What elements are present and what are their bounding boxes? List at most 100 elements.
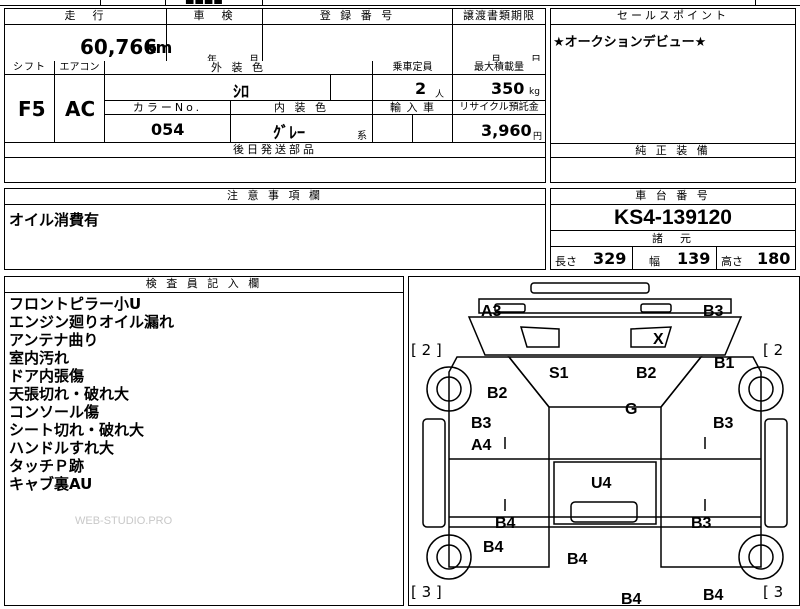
bracket-2-left: [ 2 ]: [411, 341, 442, 359]
damage-label-g: G: [625, 401, 638, 418]
divider: [100, 0, 101, 6]
later-parts-header: 後日発送部品: [5, 143, 545, 158]
inspector-line: コンソール傷: [9, 403, 100, 421]
vehicle-info-table: 走 行 車 検 登 録 番 号 譲渡書類期限 60,766 km 年 月 月 日…: [4, 8, 546, 183]
divider: [755, 0, 756, 6]
max-load-cell: 350 kg: [453, 75, 545, 101]
headlight-right-shape: [640, 303, 672, 313]
damage-label-b4-bottom: B4: [621, 591, 642, 608]
divider: [262, 0, 263, 6]
registration-cell: [263, 25, 453, 65]
inspector-line: ハンドルすれ大: [9, 439, 115, 457]
damage-label-x: X: [653, 331, 664, 348]
bracket-2-right: [ 2: [763, 341, 784, 359]
damage-label-u4: U4: [591, 475, 612, 492]
import-cell-1: [373, 115, 413, 143]
exterior-cell: ｼﾛ: [105, 75, 331, 101]
notes-box: 注 意 事 項 欄 オイル消費有: [4, 188, 546, 270]
sales-point-header: セールスポイント: [551, 9, 795, 25]
spec-height-label: 高さ: [721, 255, 743, 268]
inspector-line: アンテナ曲り: [9, 331, 99, 349]
exterior-value: ｼﾛ: [233, 82, 250, 101]
inspector-line: キャブ裏AU: [9, 475, 93, 493]
front-grille-shape: [478, 298, 732, 314]
front-bumper-shape: [530, 282, 650, 294]
capacity-cell: 2 人: [373, 75, 453, 101]
recycle-cell: 3,960 円: [453, 115, 545, 143]
shift-header: シフト: [5, 61, 55, 75]
damage-label-b3-left: B3: [471, 415, 492, 432]
spec-width-value: 139: [677, 249, 711, 268]
damage-label-b4-low: B4: [483, 539, 504, 556]
shift-cell: F5: [5, 75, 55, 143]
windshield-left-shape: [519, 326, 560, 348]
sales-point-text: ★オークションデビュー★: [553, 35, 707, 50]
color-no-cell: 054: [105, 115, 231, 143]
interior-header: 内 装 色: [231, 101, 373, 115]
center-slot-shape: [570, 501, 638, 523]
chassis-value: KS4-139120: [551, 205, 795, 231]
damage-label-b4-center: B4: [567, 551, 588, 568]
damage-label-b3-rear: B3: [691, 515, 712, 532]
specs-header: 諸 元: [551, 231, 795, 247]
spec-height-value: 180: [757, 249, 791, 268]
inspector-line: 室内汚れ: [9, 349, 70, 367]
genuine-equip-header: 純 正 装 備: [551, 143, 795, 158]
interior-suffix: 系: [357, 131, 367, 142]
watermark: WEB-STUDIO.PRO: [75, 515, 173, 527]
cab-floor-shape: [507, 356, 703, 408]
max-load-header: 最大積載量: [453, 61, 545, 75]
divider: [165, 0, 166, 6]
mileage-header: 走 行: [5, 9, 167, 25]
spec-height: 高さ 180: [717, 247, 795, 269]
exterior-header: 外 装 色: [105, 61, 373, 75]
color-no-value: 054: [151, 120, 185, 139]
vehicle-diagram: [ 2 ] [ 2 [ 3 ] [ 3 A3 B3 X B1 S1 B2 B2 …: [408, 276, 800, 608]
inspector-line: 天張切れ・破れ大: [9, 385, 130, 403]
aircon-header: エアコン: [55, 61, 105, 75]
aircon-value: AC: [65, 97, 96, 121]
damage-label-b3-top: B3: [703, 303, 724, 320]
import-cell-2: [413, 115, 453, 143]
exterior-extra-cell: [331, 75, 373, 101]
chassis-header: 車 台 番 号: [551, 189, 795, 205]
bracket-3-right: [ 3: [763, 583, 784, 601]
bracket-3-left: [ 3 ]: [411, 583, 442, 601]
interior-cell: ｸﾞﾚｰ 系: [231, 115, 373, 143]
inspector-header: 検 査 員 記 入 欄: [5, 277, 403, 293]
damage-label-b3-right: B3: [713, 415, 734, 432]
damage-label-b1: B1: [714, 355, 735, 372]
inspector-line: エンジン廻りオイル漏れ: [9, 313, 175, 331]
capacity-header: 乗車定員: [373, 61, 453, 75]
inspection-cell: 年 月: [167, 25, 263, 66]
right-side-panel-shape: [764, 418, 788, 528]
shift-value: F5: [18, 97, 46, 121]
damage-label-a3: A3: [481, 303, 502, 320]
spec-width-label: 幅: [649, 255, 660, 268]
notes-header: 注 意 事 項 欄: [5, 189, 545, 205]
color-no-header: カラーNo.: [105, 101, 231, 115]
max-load-unit: kg: [529, 87, 540, 97]
recycle-header: リサイクル預託金: [453, 101, 545, 115]
top-fragment-text: ■■■■: [185, 0, 245, 4]
spec-length-label: 長さ: [555, 255, 577, 268]
damage-label-b2-left: B2: [487, 385, 508, 402]
capacity-unit: 人: [435, 90, 445, 100]
inspection-header: 車 検: [167, 9, 263, 25]
roof-shape: [467, 316, 743, 356]
capacity-value: 2: [415, 79, 427, 98]
damage-label-b4-left: B4: [495, 515, 516, 532]
center-bed-shape: [553, 461, 657, 525]
spec-width: 幅 139: [633, 247, 717, 269]
sales-point-box: セールスポイント ★オークションデビュー★ 純 正 装 備: [550, 8, 796, 183]
inspector-box: 検 査 員 記 入 欄 フロントピラー小U エンジン廻りオイル漏れ アンテナ曲り…: [4, 276, 404, 606]
chassis-box: 車 台 番 号 KS4-139120 諸 元 長さ 329 幅 139 高さ 1…: [550, 188, 796, 270]
notes-text: オイル消費有: [9, 211, 100, 229]
import-header: 輸 入 車: [373, 101, 453, 115]
registration-header: 登 録 番 号: [263, 9, 453, 25]
transfer-header: 譲渡書類期限: [453, 9, 545, 25]
interior-value: ｸﾞﾚｰ: [273, 123, 306, 142]
recycle-value: 3,960: [481, 121, 532, 140]
damage-label-b2-center: B2: [636, 365, 657, 382]
recycle-unit: 円: [533, 132, 543, 142]
